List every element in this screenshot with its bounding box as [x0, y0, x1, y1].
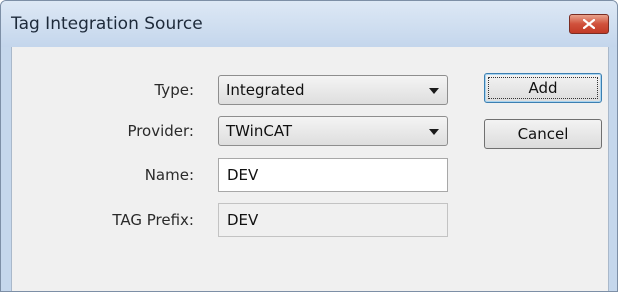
dialog-window: Tag Integration Source Type: Integrated …: [0, 0, 618, 292]
add-button[interactable]: Add: [484, 73, 602, 103]
cancel-button-label: Cancel: [517, 125, 569, 143]
add-button-label: Add: [528, 79, 558, 97]
type-label: Type:: [154, 81, 194, 99]
provider-dropdown-value: TWinCAT: [226, 122, 293, 140]
provider-label: Provider:: [127, 122, 194, 140]
type-dropdown-value: Integrated: [226, 81, 305, 99]
chevron-down-icon: [429, 88, 439, 94]
title-bar[interactable]: Tag Integration Source: [1, 1, 617, 47]
dialog-body: Type: Integrated Provider: TWinCAT Name:…: [11, 47, 609, 291]
name-field-value: DEV: [227, 166, 259, 184]
dialog-title: Tag Integration Source: [11, 14, 203, 34]
close-button[interactable]: [569, 14, 609, 34]
cancel-button[interactable]: Cancel: [484, 119, 602, 149]
tag-prefix-field: DEV: [218, 203, 448, 237]
provider-dropdown[interactable]: TWinCAT: [218, 116, 448, 146]
close-icon: [583, 19, 595, 29]
type-dropdown[interactable]: Integrated: [218, 75, 448, 105]
tag-prefix-field-value: DEV: [227, 211, 259, 229]
name-field[interactable]: DEV: [218, 158, 448, 192]
chevron-down-icon: [429, 129, 439, 135]
name-label: Name:: [144, 166, 194, 184]
tag-prefix-label: TAG Prefix:: [112, 211, 194, 229]
